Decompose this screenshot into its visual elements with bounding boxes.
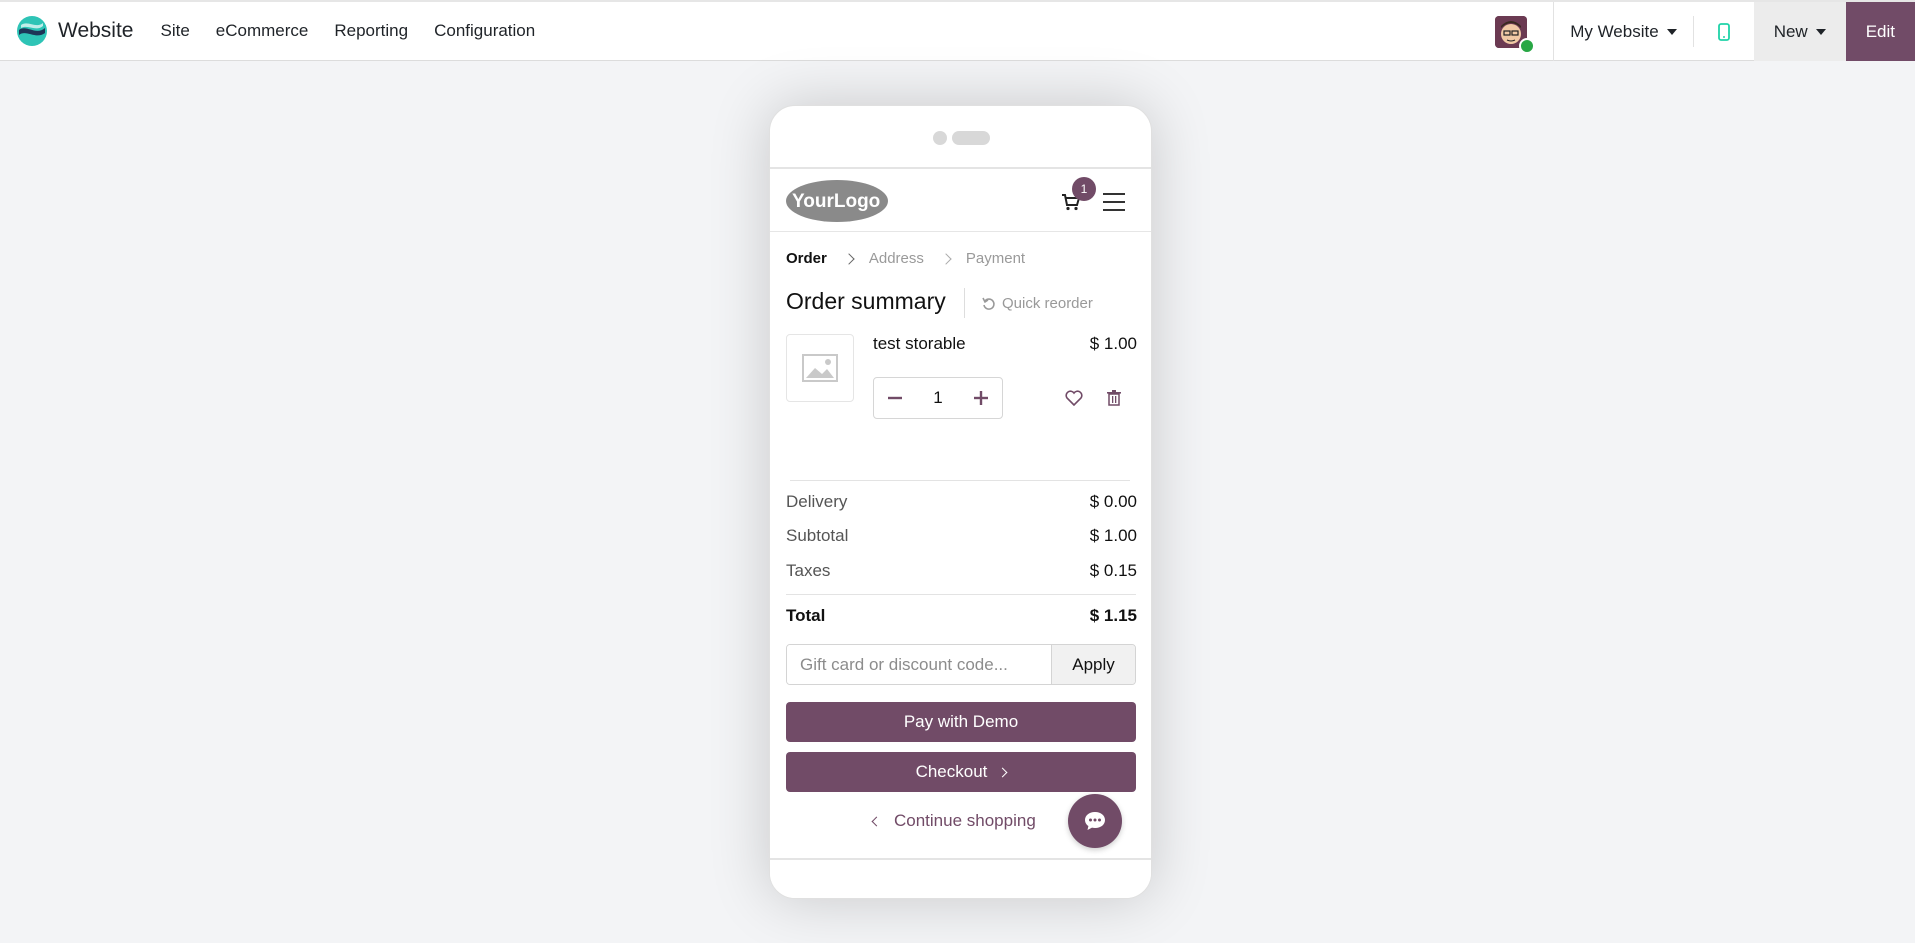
- divider: [964, 288, 965, 318]
- coupon-code-input[interactable]: [787, 645, 1051, 684]
- app-name: Website: [58, 19, 134, 42]
- plus-icon: [974, 391, 988, 405]
- step-order: Order: [786, 250, 827, 267]
- phone-bottom-bezel: [770, 858, 1151, 898]
- menu-item-site[interactable]: Site: [147, 21, 202, 41]
- chevron-right-icon: [940, 252, 952, 265]
- delivery-label: Delivery: [786, 492, 848, 511]
- delivery-row: Delivery $ 0.00: [786, 492, 1137, 512]
- chat-bubble-icon: [1085, 812, 1105, 830]
- chevron-right-icon: [997, 767, 1008, 777]
- navbar-actions: My Website New Edit: [1495, 2, 1915, 61]
- decrease-quantity-button[interactable]: [874, 378, 916, 418]
- checkout-button[interactable]: Checkout: [786, 752, 1136, 792]
- taxes-row: Taxes $ 0.15: [786, 561, 1137, 581]
- order-summary-title: Order summary: [786, 288, 946, 314]
- menu-item-reporting[interactable]: Reporting: [321, 21, 421, 41]
- mobile-preview-frame: YourLogo 1 Order Address Payment Order s…: [769, 105, 1152, 899]
- quantity-input[interactable]: 1: [916, 388, 960, 408]
- mobile-preview-button[interactable]: [1694, 2, 1754, 61]
- pay-button-label: Pay with Demo: [903, 712, 1019, 731]
- menu-item-ecommerce[interactable]: eCommerce: [203, 21, 322, 41]
- checkout-button-label: Checkout: [915, 762, 988, 781]
- subtotal-label: Subtotal: [786, 526, 849, 545]
- app-brand[interactable]: Website: [16, 15, 133, 47]
- cart-count-badge: 1: [1072, 177, 1096, 201]
- caret-down-icon: [1815, 28, 1826, 35]
- step-payment: Payment: [965, 250, 1026, 267]
- website-selector-label: My Website: [1570, 21, 1659, 41]
- checkout-steps: Order Address Payment: [786, 250, 1025, 267]
- coupon-form: Apply: [786, 644, 1136, 685]
- camera-dot: [933, 131, 947, 145]
- product-price: $ 1.00: [1089, 334, 1137, 353]
- main-menu: Site eCommerce Reporting Configuration: [147, 21, 548, 41]
- website-selector[interactable]: My Website: [1554, 2, 1693, 61]
- chevron-right-icon: [843, 252, 855, 265]
- total-row: Total $ 1.15: [786, 606, 1137, 626]
- continue-shopping-link[interactable]: Continue shopping: [871, 811, 1036, 831]
- mobile-phone-icon: [1717, 22, 1730, 41]
- product-name[interactable]: test storable: [873, 334, 966, 354]
- total-value: $ 1.15: [1089, 606, 1137, 625]
- apply-coupon-button[interactable]: Apply: [1051, 645, 1135, 684]
- pay-with-demo-button[interactable]: Pay with Demo: [786, 702, 1136, 742]
- top-navbar: Website Site eCommerce Reporting Configu…: [0, 0, 1915, 61]
- online-status-dot: [1519, 38, 1536, 54]
- menu-item-configuration[interactable]: Configuration: [421, 21, 548, 41]
- website-app-icon: [17, 16, 47, 46]
- minus-icon: [888, 396, 902, 400]
- caret-down-icon: [1666, 28, 1677, 35]
- taxes-value: $ 0.15: [1089, 561, 1137, 580]
- increase-quantity-button[interactable]: [960, 378, 1002, 418]
- quick-reorder-button[interactable]: Quick reorder: [982, 295, 1093, 312]
- quantity-stepper: 1: [873, 377, 1003, 419]
- continue-shopping-label: Continue shopping: [894, 811, 1036, 830]
- edit-button[interactable]: Edit: [1845, 2, 1915, 61]
- apply-button-label: Apply: [1072, 654, 1115, 674]
- quick-reorder-label: Quick reorder: [1002, 295, 1093, 312]
- site-logo-text: YourLogo: [792, 191, 880, 212]
- total-label: Total: [786, 606, 826, 625]
- new-button[interactable]: New: [1753, 2, 1846, 61]
- phone-top-bezel: [770, 106, 1151, 169]
- subtotal-value: $ 1.00: [1089, 526, 1137, 545]
- site-logo[interactable]: YourLogo: [785, 179, 890, 223]
- product-image[interactable]: [786, 334, 854, 402]
- edit-button-label: Edit: [1865, 21, 1895, 41]
- divider: [786, 594, 1136, 595]
- live-chat-button[interactable]: [1068, 794, 1122, 848]
- user-avatar-button[interactable]: [1495, 2, 1553, 61]
- speaker-pill: [952, 131, 990, 145]
- delivery-value: $ 0.00: [1089, 492, 1137, 511]
- divider: [790, 480, 1130, 481]
- new-button-label: New: [1773, 21, 1808, 41]
- hamburger-menu-icon[interactable]: [1103, 193, 1125, 211]
- image-placeholder-icon: [802, 354, 838, 382]
- subtotal-row: Subtotal $ 1.00: [786, 526, 1137, 546]
- history-icon: [982, 297, 995, 310]
- trash-icon[interactable]: [1107, 390, 1121, 406]
- site-header: YourLogo 1: [770, 169, 1151, 232]
- step-address: Address: [868, 250, 924, 267]
- heart-icon[interactable]: [1065, 390, 1083, 406]
- taxes-label: Taxes: [786, 561, 831, 580]
- chevron-left-icon: [871, 816, 882, 826]
